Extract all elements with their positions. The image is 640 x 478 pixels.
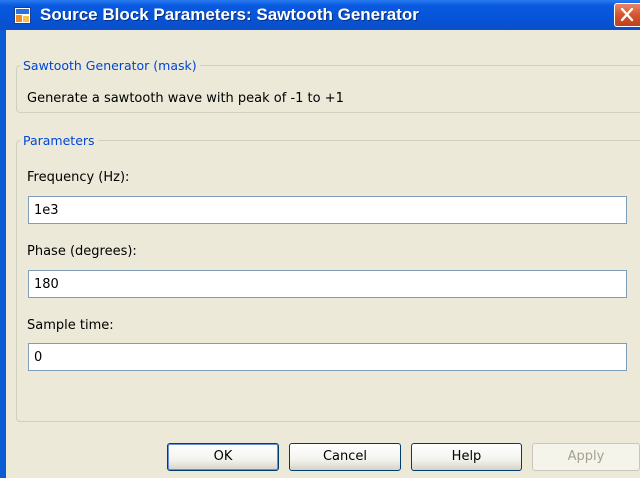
mask-group-legend: Sawtooth Generator (mask) [23, 58, 197, 73]
frequency-label: Frequency (Hz): [27, 170, 130, 185]
ok-button[interactable]: OK [167, 443, 279, 471]
dialog-window: Source Block Parameters: Sawtooth Genera… [0, 0, 640, 478]
phase-input[interactable] [28, 270, 627, 298]
close-icon [620, 7, 634, 22]
simulink-block-icon [14, 7, 31, 24]
parameters-legend: Parameters [23, 133, 95, 148]
window-title: Source Block Parameters: Sawtooth Genera… [40, 5, 419, 24]
close-button[interactable] [614, 3, 640, 27]
frequency-input[interactable] [28, 196, 627, 224]
apply-button[interactable]: Apply [532, 443, 640, 471]
cancel-button[interactable]: Cancel [289, 443, 401, 471]
help-button[interactable]: Help [411, 443, 522, 471]
sample-time-label: Sample time: [27, 318, 114, 333]
sample-time-input[interactable] [28, 343, 627, 371]
mask-description: Generate a sawtooth wave with peak of -1… [27, 91, 344, 106]
phase-label: Phase (degrees): [27, 244, 137, 259]
title-bar[interactable]: Source Block Parameters: Sawtooth Genera… [0, 0, 640, 30]
